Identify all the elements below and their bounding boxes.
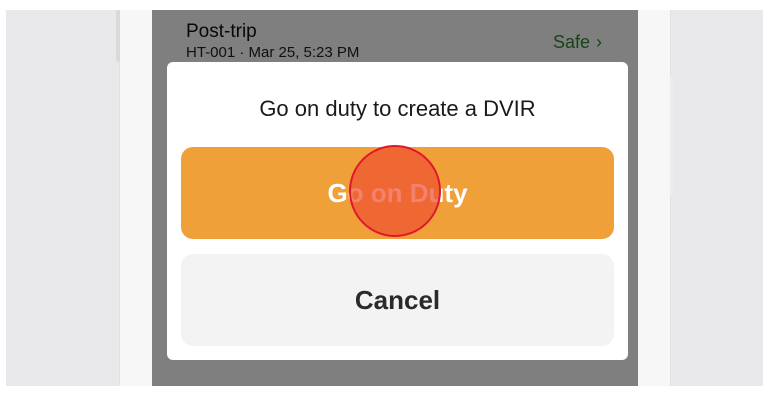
go-on-duty-button[interactable]: Go on Duty [181,147,614,239]
device-side-edge [670,76,673,196]
duty-dialog: Go on duty to create a DVIR Go on Duty C… [167,62,628,360]
viewport: Post-trip HT-001 · Mar 25, 5:23 PM Safe›… [6,10,763,386]
dialog-title: Go on duty to create a DVIR [259,96,536,121]
device-side-button [116,10,120,62]
cancel-button[interactable]: Cancel [181,254,614,346]
